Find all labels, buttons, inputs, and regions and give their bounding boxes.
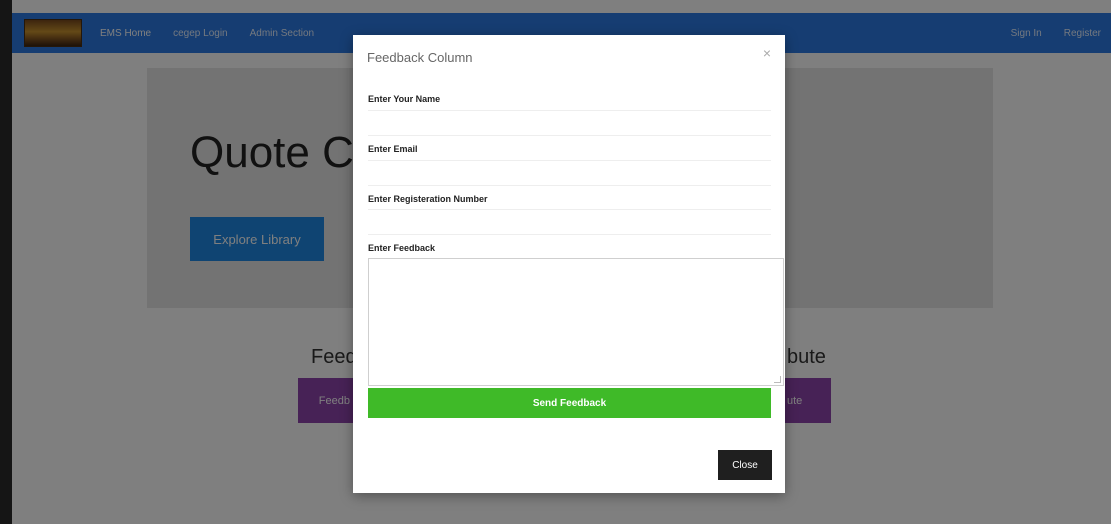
name-label: Enter Your Name bbox=[368, 94, 441, 104]
registration-input[interactable] bbox=[368, 209, 771, 235]
email-input[interactable] bbox=[368, 160, 771, 186]
modal-title: Feedback Column bbox=[367, 50, 473, 65]
registration-label: Enter Registeration Number bbox=[368, 194, 488, 204]
name-input[interactable] bbox=[368, 110, 771, 136]
close-icon[interactable]: × bbox=[763, 45, 771, 61]
resize-handle-icon[interactable] bbox=[774, 376, 781, 383]
feedback-textarea[interactable] bbox=[368, 258, 784, 386]
feedback-modal: Feedback Column × Enter Your Name Enter … bbox=[353, 35, 785, 493]
close-button[interactable]: Close bbox=[718, 450, 772, 480]
email-label: Enter Email bbox=[368, 144, 418, 154]
feedback-label: Enter Feedback bbox=[368, 243, 436, 253]
send-feedback-button[interactable]: Send Feedback bbox=[368, 388, 771, 418]
